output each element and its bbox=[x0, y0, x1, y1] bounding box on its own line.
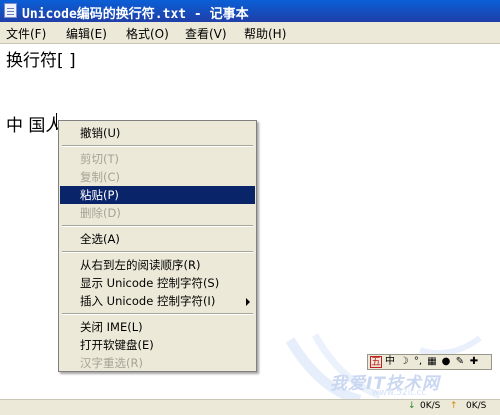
menu-item-label: 插入 Unicode 控制字符(I) bbox=[80, 294, 216, 308]
watermark-url: www.52it.cc bbox=[372, 388, 427, 398]
menu-edit[interactable]: 编辑(E) bbox=[66, 25, 107, 42]
text-line-2: 中 国人 bbox=[6, 116, 63, 136]
ime-toolbar: 五 中 ☽ °, ▦ ● ✎ ✚ bbox=[367, 354, 492, 370]
menu-item-delete: 删除(D) bbox=[80, 206, 121, 220]
title-bar: Unicode编码的换行符.txt - 记事本 bbox=[0, 0, 500, 22]
menu-item-reconvert: 汉字重选(R) bbox=[80, 356, 143, 370]
menu-format[interactable]: 格式(O) bbox=[126, 25, 169, 42]
menu-item-open-soft-keyboard[interactable]: 打开软键盘(E) bbox=[60, 336, 255, 354]
ime-language-icon[interactable]: 中 bbox=[384, 356, 396, 368]
submenu-arrow-icon bbox=[246, 298, 250, 306]
menu-separator bbox=[62, 251, 253, 253]
user-icon[interactable]: ● bbox=[440, 356, 452, 368]
text-caret bbox=[56, 113, 57, 130]
punctuation-icon[interactable]: °, bbox=[412, 356, 424, 368]
menu-item-paste[interactable]: 粘贴(P) bbox=[60, 186, 255, 204]
text-line-1: 换行符[ ] bbox=[6, 51, 76, 71]
menu-item-copy: 复制(C) bbox=[80, 170, 121, 184]
menu-view[interactable]: 查看(V) bbox=[185, 25, 227, 42]
menu-item-select-all[interactable]: 全选(A) bbox=[60, 230, 255, 248]
download-speed: 0K/S bbox=[420, 401, 441, 411]
menu-separator bbox=[62, 313, 253, 315]
keyboard-icon[interactable]: ▦ bbox=[426, 356, 438, 368]
upload-speed: 0K/S bbox=[466, 401, 487, 411]
menu-item-rtl-reading[interactable]: 从右到左的阅读顺序(R) bbox=[60, 256, 255, 274]
menu-separator bbox=[62, 145, 253, 147]
notepad-icon bbox=[4, 3, 17, 18]
context-menu: 撤销(U) 剪切(T) 复制(C) 粘贴(P) 删除(D) 全选(A) 从右到左… bbox=[58, 120, 257, 372]
menu-file[interactable]: 文件(F) bbox=[6, 25, 46, 42]
menu-help[interactable]: 帮助(H) bbox=[244, 25, 286, 42]
settings-icon[interactable]: ✎ bbox=[454, 356, 466, 368]
menu-item-undo[interactable]: 撤销(U) bbox=[60, 124, 255, 142]
tool-icon[interactable]: ✚ bbox=[468, 356, 480, 368]
menu-item-cut: 剪切(T) bbox=[80, 152, 119, 166]
upload-arrow-icon: ↑ bbox=[450, 401, 458, 411]
moon-icon[interactable]: ☽ bbox=[398, 356, 410, 368]
menu-item-insert-unicode-control[interactable]: 插入 Unicode 控制字符(I) bbox=[60, 292, 255, 310]
menu-item-show-unicode-control[interactable]: 显示 Unicode 控制字符(S) bbox=[60, 274, 255, 292]
menu-bar: 文件(F) 编辑(E) 格式(O) 查看(V) 帮助(H) bbox=[0, 22, 500, 44]
menu-separator bbox=[62, 225, 253, 227]
ime-mode-icon[interactable]: 五 bbox=[370, 356, 382, 368]
menu-item-close-ime[interactable]: 关闭 IME(L) bbox=[60, 318, 255, 336]
download-arrow-icon: ↓ bbox=[408, 401, 416, 411]
window-title: Unicode编码的换行符.txt - 记事本 bbox=[22, 7, 249, 22]
